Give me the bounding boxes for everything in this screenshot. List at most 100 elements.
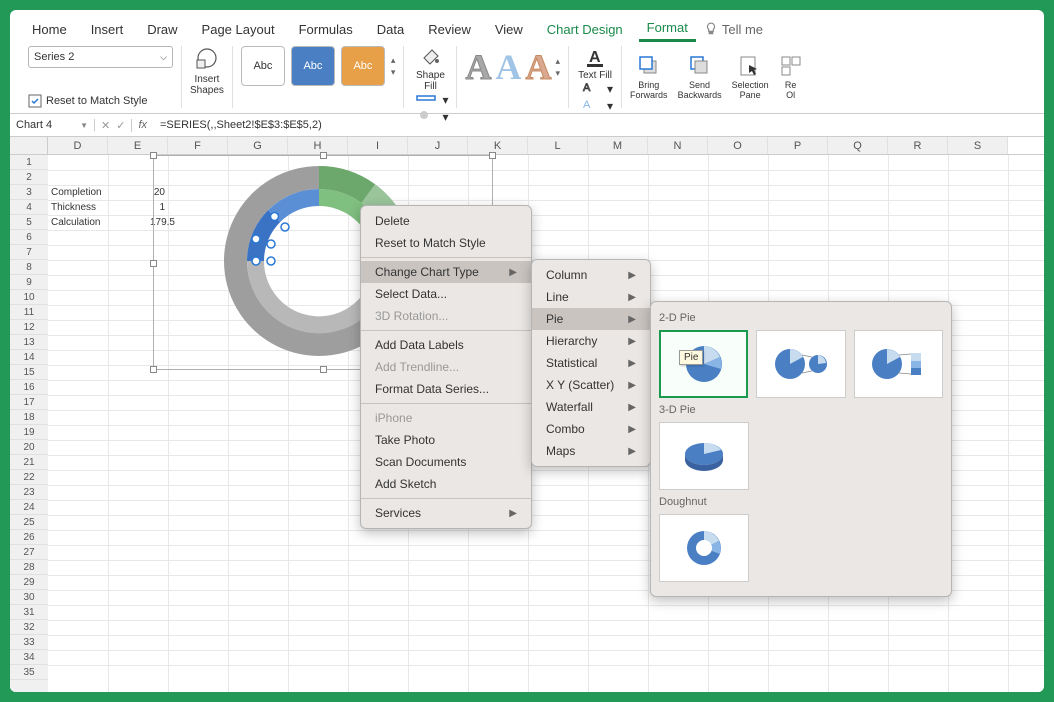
col-H[interactable]: H: [288, 137, 348, 154]
tab-home[interactable]: Home: [24, 18, 75, 41]
formula-input[interactable]: =SERIES(,,Sheet2!$E$3:$E$5,2): [154, 119, 1044, 131]
menu-add-sketch[interactable]: Add Sketch: [361, 473, 531, 495]
col-Q[interactable]: Q: [828, 137, 888, 154]
wordart-style-1[interactable]: A: [465, 46, 491, 88]
row-6[interactable]: 6: [10, 230, 48, 245]
pie-chart-tile[interactable]: Pie: [659, 330, 748, 398]
row-35[interactable]: 35: [10, 665, 48, 680]
chart-handle-w[interactable]: [150, 260, 157, 267]
row-9[interactable]: 9: [10, 275, 48, 290]
row-24[interactable]: 24: [10, 500, 48, 515]
row-5[interactable]: 5: [10, 215, 48, 230]
text-outline-button[interactable]: A▾: [581, 81, 613, 96]
row-18[interactable]: 18: [10, 410, 48, 425]
reorder-button[interactable]: Re Ol: [779, 54, 803, 100]
select-all-corner[interactable]: [10, 137, 48, 154]
shape-style-2[interactable]: Abc: [291, 46, 335, 86]
submenu-combo[interactable]: Combo▶: [532, 418, 650, 440]
send-backward-button[interactable]: Send Backwards: [678, 54, 722, 100]
cancel-formula-button[interactable]: ✕: [101, 119, 110, 132]
row-8[interactable]: 8: [10, 260, 48, 275]
tell-me[interactable]: Tell me: [704, 22, 763, 37]
col-K[interactable]: K: [468, 137, 528, 154]
submenu-line[interactable]: Line▶: [532, 286, 650, 308]
tab-formulas[interactable]: Formulas: [291, 18, 361, 41]
submenu-scatter[interactable]: X Y (Scatter)▶: [532, 374, 650, 396]
col-D[interactable]: D: [48, 137, 108, 154]
tab-page-layout[interactable]: Page Layout: [194, 18, 283, 41]
tab-data[interactable]: Data: [369, 18, 412, 41]
tab-view[interactable]: View: [487, 18, 531, 41]
row-11[interactable]: 11: [10, 305, 48, 320]
row-10[interactable]: 10: [10, 290, 48, 305]
reset-match-style-button[interactable]: Reset to Match Style: [28, 94, 173, 108]
bring-forward-button[interactable]: Bring Forwards: [630, 54, 668, 100]
cell-D5[interactable]: Calculation: [48, 215, 108, 230]
tab-review[interactable]: Review: [420, 18, 479, 41]
text-fill-button[interactable]: A Text Fill: [577, 46, 613, 81]
col-R[interactable]: R: [888, 137, 948, 154]
row-23[interactable]: 23: [10, 485, 48, 500]
selection-pane-button[interactable]: Selection Pane: [732, 54, 769, 100]
col-P[interactable]: P: [768, 137, 828, 154]
col-S[interactable]: S: [948, 137, 1008, 154]
shape-fill-button[interactable]: Shape Fill: [412, 46, 448, 92]
submenu-pie[interactable]: Pie▶: [532, 308, 650, 330]
menu-delete[interactable]: Delete: [361, 210, 531, 232]
row-2[interactable]: 2: [10, 170, 48, 185]
chart-handle-s[interactable]: [320, 366, 327, 373]
tab-draw[interactable]: Draw: [139, 18, 185, 41]
row-17[interactable]: 17: [10, 395, 48, 410]
menu-format-data-series[interactable]: Format Data Series...: [361, 378, 531, 400]
row-12[interactable]: 12: [10, 320, 48, 335]
row-33[interactable]: 33: [10, 635, 48, 650]
row-30[interactable]: 30: [10, 590, 48, 605]
3d-pie-tile[interactable]: [659, 422, 749, 490]
row-28[interactable]: 28: [10, 560, 48, 575]
row-27[interactable]: 27: [10, 545, 48, 560]
menu-services[interactable]: Services▶: [361, 502, 531, 524]
shape-style-3[interactable]: Abc: [341, 46, 385, 86]
menu-add-data-labels[interactable]: Add Data Labels: [361, 334, 531, 356]
menu-select-data[interactable]: Select Data...: [361, 283, 531, 305]
cell-D4[interactable]: Thickness: [48, 200, 108, 215]
tab-format[interactable]: Format: [639, 16, 696, 42]
row-7[interactable]: 7: [10, 245, 48, 260]
doughnut-tile[interactable]: [659, 514, 749, 582]
col-O[interactable]: O: [708, 137, 768, 154]
row-26[interactable]: 26: [10, 530, 48, 545]
wordart-style-3[interactable]: A: [525, 46, 551, 88]
insert-shapes-button[interactable]: Insert Shapes: [190, 46, 224, 96]
row-20[interactable]: 20: [10, 440, 48, 455]
submenu-column[interactable]: Column▶: [532, 264, 650, 286]
pie-of-pie-tile[interactable]: [756, 330, 845, 398]
row-29[interactable]: 29: [10, 575, 48, 590]
row-1[interactable]: 1: [10, 155, 48, 170]
col-J[interactable]: J: [408, 137, 468, 154]
col-N[interactable]: N: [648, 137, 708, 154]
col-F[interactable]: F: [168, 137, 228, 154]
chart-handle-ne[interactable]: [489, 152, 496, 159]
row-4[interactable]: 4: [10, 200, 48, 215]
row-13[interactable]: 13: [10, 335, 48, 350]
submenu-maps[interactable]: Maps▶: [532, 440, 650, 462]
row-15[interactable]: 15: [10, 365, 48, 380]
wordart-style-2[interactable]: A: [495, 46, 521, 88]
chart-element-selector[interactable]: Series 2 ⌵: [28, 46, 173, 68]
tab-chart-design[interactable]: Chart Design: [539, 18, 631, 41]
submenu-statistical[interactable]: Statistical▶: [532, 352, 650, 374]
chart-handle-nw[interactable]: [150, 152, 157, 159]
row-25[interactable]: 25: [10, 515, 48, 530]
row-31[interactable]: 31: [10, 605, 48, 620]
row-22[interactable]: 22: [10, 470, 48, 485]
submenu-hierarchy[interactable]: Hierarchy▶: [532, 330, 650, 352]
menu-scan-documents[interactable]: Scan Documents: [361, 451, 531, 473]
text-effects-button[interactable]: A▾: [581, 98, 613, 113]
row-34[interactable]: 34: [10, 650, 48, 665]
name-box[interactable]: Chart 4 ▼: [10, 119, 95, 131]
shape-style-1[interactable]: Abc: [241, 46, 285, 86]
menu-change-chart-type[interactable]: Change Chart Type▶: [361, 261, 531, 283]
col-E[interactable]: E: [108, 137, 168, 154]
col-M[interactable]: M: [588, 137, 648, 154]
cell-D3[interactable]: Completion: [48, 185, 108, 200]
